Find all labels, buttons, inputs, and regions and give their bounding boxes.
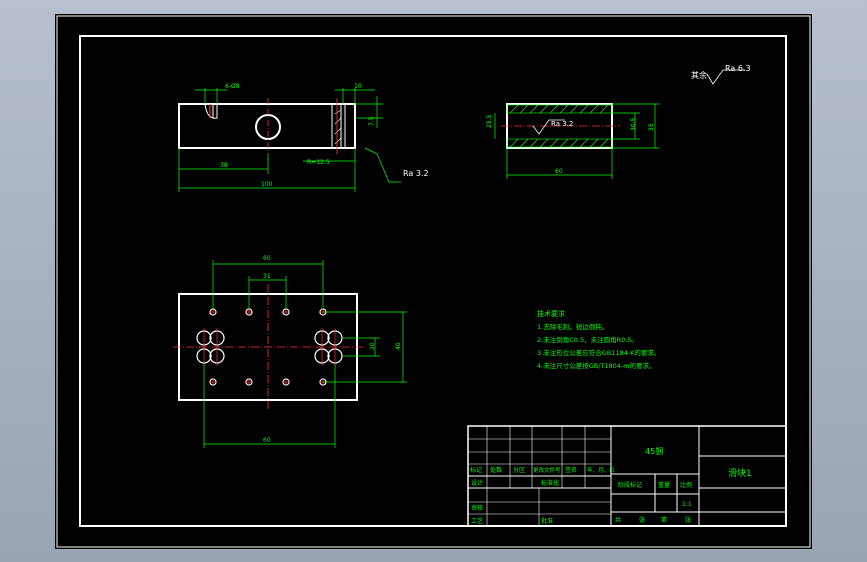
- tb-header: 分区: [513, 466, 525, 474]
- drawing-viewport[interactable]: 其余 Ra 6.3 6-Ø8 10 7.5 38 R=12.5 100 Ra 3…: [55, 14, 812, 549]
- tech-heading: 技术要求: [537, 309, 565, 318]
- dim-section-bottom: 60: [555, 168, 563, 175]
- cad-drawing[interactable]: 其余 Ra 6.3 6-Ø8 10 7.5 38 R=12.5 100 Ra 3…: [55, 14, 812, 549]
- section-dims: [494, 103, 659, 179]
- tb-stage-mark: 阶段标记: [618, 481, 642, 489]
- top-view-outline: [178, 103, 356, 149]
- tb-approve: 批准: [541, 517, 553, 525]
- section-hatch-top: [506, 104, 613, 114]
- dim-section-right-inner: 30.5: [630, 117, 637, 131]
- dim-plan-right-inner: 20: [369, 342, 376, 350]
- tb-sheet-unit2: 张: [685, 516, 691, 524]
- tb-header: 更改文件号: [533, 466, 561, 474]
- plan-dims: [203, 260, 407, 448]
- dim-plan-top-outer: 60: [263, 255, 271, 262]
- tb-material: 45钢: [645, 446, 663, 456]
- tb-craft: 工艺: [471, 517, 483, 525]
- roughness-section: Ra 3.2: [551, 120, 573, 128]
- plan-view: 60 31 20 40 60: [173, 255, 407, 448]
- tb-header: 处数: [490, 466, 502, 474]
- dim-plan-top-inner: 31: [263, 273, 271, 280]
- dim-top-left: 6-Ø8: [225, 83, 240, 90]
- dim-plan-bottom: 60: [263, 437, 271, 444]
- technical-requirements: 技术要求 1.去除毛刺，锐边倒钝。 2.未注倒角C0.5，未注圆角R0.5。 3…: [537, 309, 660, 370]
- section-hatch-bottom: [506, 138, 613, 148]
- outer-border: [56, 15, 811, 548]
- tb-header: 年、月、日: [587, 466, 615, 474]
- roughness-general-value: Ra 6.3: [725, 64, 751, 73]
- tb-scale-value: 1:1: [682, 501, 692, 508]
- dim-section-right-outer: 35: [648, 123, 655, 131]
- dim-section-left: 25.5: [486, 114, 493, 128]
- dim-middle: 38: [220, 162, 228, 169]
- tb-part-name: 滑块1: [728, 467, 752, 479]
- section-hatch-lines-top: [509, 104, 609, 114]
- tb-standardize: 标准化: [541, 479, 559, 487]
- dim-overall: 100: [261, 181, 273, 188]
- tech-item: 3.未注形位公差应符合GB1184-K的要求。: [537, 348, 660, 357]
- tb-sheet-unit: 张: [639, 516, 645, 524]
- frame-border: [79, 35, 787, 527]
- tb-sheet-total: 共: [615, 516, 621, 524]
- tb-scale: 比例: [680, 481, 692, 489]
- tech-item: 4.未注尺寸公差按GB/T1804-m的要求。: [537, 361, 656, 370]
- top-view: 6-Ø8 10 7.5 38 R=12.5 100 Ra 3.2: [178, 83, 429, 192]
- roughness-general-label: 其余: [691, 70, 707, 80]
- section-view: Ra 3.2 25.5 30.5 35 60: [486, 103, 659, 179]
- roughness-general: 其余 Ra 6.3: [691, 64, 751, 85]
- tech-item: 2.未注倒角C0.5，未注圆角R0.5。: [537, 335, 638, 344]
- tb-sheet-no: 第: [661, 516, 667, 524]
- dim-plan-right-outer: 40: [395, 342, 402, 350]
- dim-chamfer-note: R=12.5: [307, 159, 330, 166]
- tb-design: 设计: [471, 479, 483, 487]
- roughness-top-view: Ra 3.2: [403, 169, 429, 178]
- tb-header: 签名: [565, 466, 577, 474]
- tech-item: 1.去除毛刺，锐边倒钝。: [537, 322, 608, 331]
- section-hatch-lines-bottom: [509, 138, 609, 148]
- left-slot: [204, 103, 218, 119]
- dim-right-vertical: 7.5: [368, 116, 375, 126]
- dim-top-right: 10: [354, 83, 362, 90]
- tb-review: 审核: [471, 504, 483, 512]
- right-slot-hatch: [334, 109, 342, 145]
- tb-header: 标记: [470, 466, 482, 474]
- tb-weight: 重量: [658, 481, 670, 489]
